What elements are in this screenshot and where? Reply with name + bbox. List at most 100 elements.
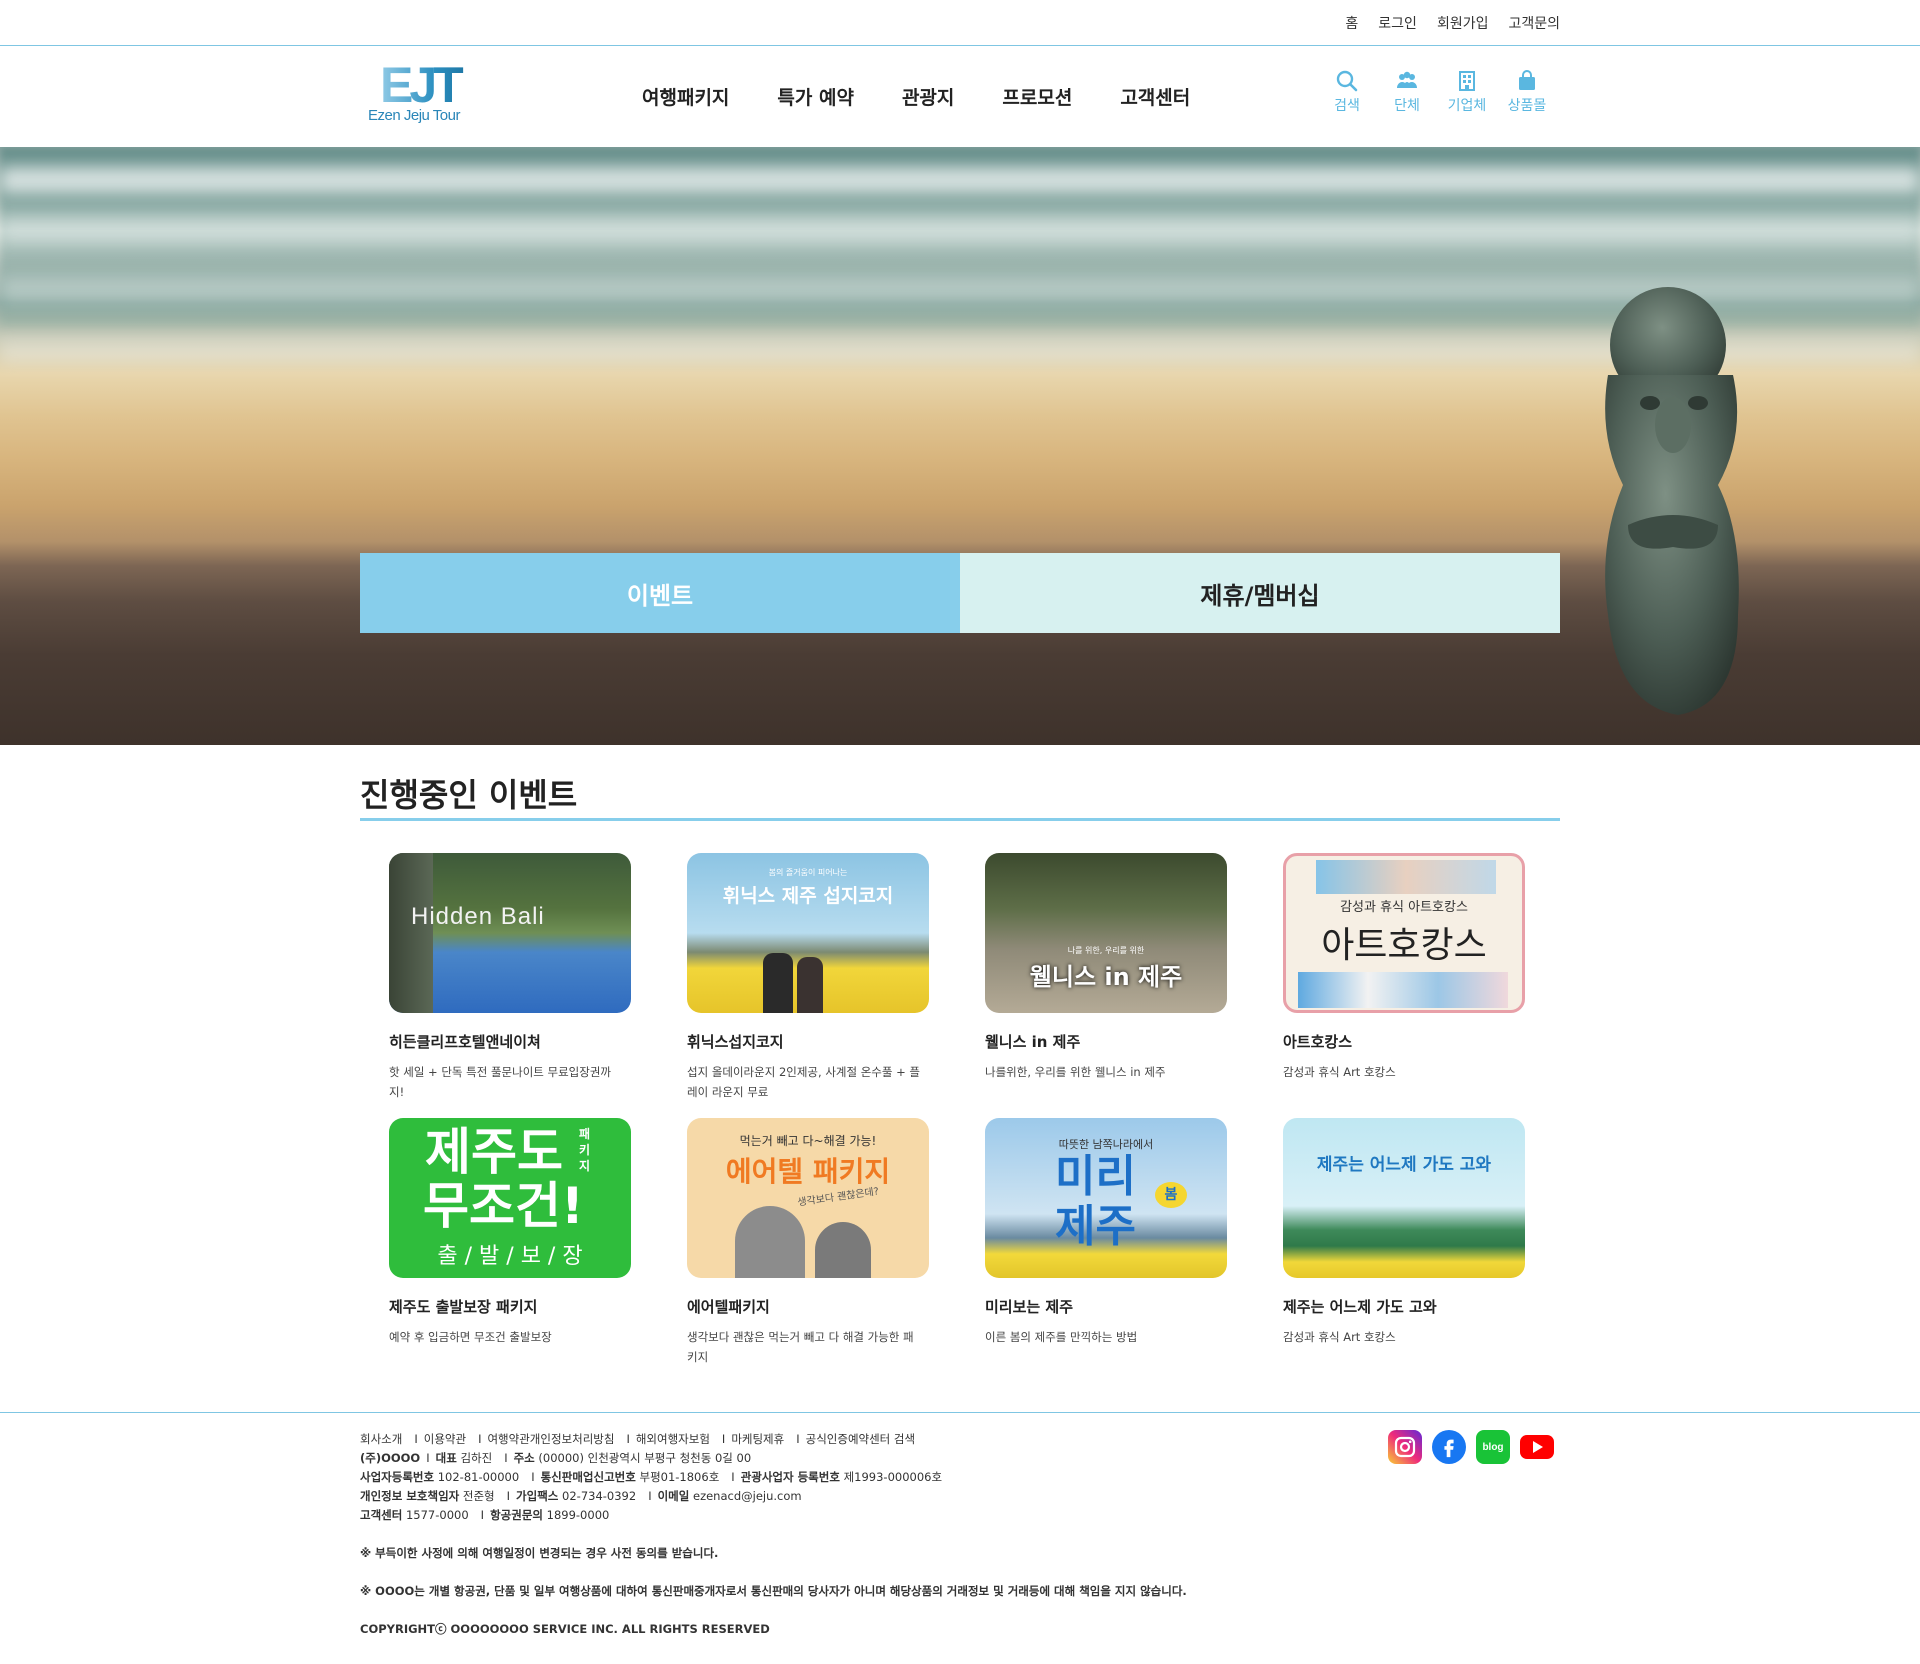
thumb-text: 아트호캉스: [1321, 925, 1487, 966]
quick-shop-button[interactable]: 상품몰: [1506, 69, 1548, 115]
blog-icon: blog: [1482, 1441, 1504, 1453]
event-card[interactable]: 나를 위한, 우리를 위한 웰니스 in 제주 웰니스 in 제주 나를위한, …: [985, 853, 1227, 1082]
event-title: 웰니스 in 제주: [985, 1033, 1081, 1051]
thumb-person: [763, 953, 793, 1013]
login-link[interactable]: 로그인: [1378, 13, 1417, 33]
footer-phone-row: 고객센터 1577-0000 I 항공권문의 1899-0000: [360, 1506, 1260, 1525]
fax-label: 가입팩스: [516, 1489, 559, 1503]
mail-order-value: 부평01-1806호: [639, 1470, 720, 1484]
event-tabs: 이벤트 제휴/멤버십: [360, 553, 1560, 633]
fax-value: 02-734-0392: [562, 1489, 637, 1503]
thumb-text: 무조건!: [423, 1177, 584, 1235]
email-label: 이메일: [657, 1489, 690, 1503]
biz-no-value: 102-81-00000: [437, 1470, 520, 1484]
building-icon: [1459, 71, 1475, 91]
thumb-small-text: 봄의 즐거움이 피어나는: [768, 868, 848, 877]
event-description: 이른 봄의 제주를 만끽하는 방법: [985, 1330, 1138, 1344]
youtube-link[interactable]: [1520, 1430, 1554, 1464]
facebook-link[interactable]: [1432, 1430, 1466, 1464]
event-card[interactable]: 봄의 즐거움이 피어나는 휘닉스 제주 섭지코지 휘닉스섭지코지 섭지 올데이라…: [687, 853, 929, 1102]
ceo-label: 대표: [435, 1451, 457, 1465]
thumb-text: Hidden Bali: [411, 903, 545, 930]
mail-order-label: 통신판매업신고번호: [540, 1470, 636, 1484]
event-title: 아트호캉스: [1283, 1033, 1353, 1051]
tab-event[interactable]: 이벤트: [360, 553, 960, 633]
footer-link[interactable]: 마케팅제휴: [731, 1430, 784, 1449]
event-card[interactable]: 먹는거 빼고 다~해결 가능! 에어텔 패키지 생각보다 괜찮은데? 에어텔패키…: [687, 1118, 929, 1367]
hero-banner: 이벤트 제휴/멤버십: [0, 147, 1920, 745]
address-label: 주소: [513, 1451, 535, 1465]
quick-company-label: 기업체: [1447, 98, 1487, 114]
event-card[interactable]: 제주는 어느제 가도 고와 제주는 어느제 가도 고와 감성과 휴식 Art 호…: [1283, 1118, 1525, 1347]
thumb-text: 휘닉스 제주 섭지코지: [722, 885, 894, 907]
event-title: 히든클리프호텔앤네이쳐: [389, 1033, 541, 1051]
nav-travel-package[interactable]: 여행패키지: [642, 83, 729, 110]
nav-special-booking[interactable]: 특가 예약: [777, 83, 854, 110]
footer-contact-row: 개인정보 보호책임자 전준형 I 가입팩스 02-734-0392 I 이메일 ez…: [360, 1487, 1260, 1506]
footer-link[interactable]: 해외여행자보험: [636, 1430, 710, 1449]
air-label: 항공권문의: [490, 1508, 543, 1522]
thumb-small-text: 따뜻한 남쪽나라에서: [1058, 1138, 1154, 1151]
tourism-reg-value: 제1993-000006호: [843, 1470, 943, 1484]
instagram-icon: [1394, 1436, 1416, 1458]
event-thumbnail: 따뜻한 남쪽나라에서 미리 봄 제주: [985, 1118, 1227, 1278]
shopping-bag-icon: [1519, 70, 1535, 90]
nav-customer-center[interactable]: 고객센터: [1120, 83, 1190, 110]
site-header: EJT Ezen Jeju Tour 여행패키지 특가 예약 관광지 프로모션 …: [0, 47, 1920, 147]
signup-link[interactable]: 회원가입: [1437, 13, 1489, 33]
event-thumbnail: 나를 위한, 우리를 위한 웰니스 in 제주: [985, 853, 1227, 1013]
nav-attractions[interactable]: 관광지: [902, 83, 954, 110]
main-navigation: 여행패키지 특가 예약 관광지 프로모션 고객센터: [642, 83, 1190, 110]
thumb-side-text: 패키지: [579, 1127, 591, 1173]
event-title: 휘닉스섭지코지: [687, 1033, 784, 1051]
home-link[interactable]: 홈: [1345, 13, 1358, 33]
tab-membership[interactable]: 제휴/멤버십: [960, 553, 1560, 633]
thumb-text: 미리: [1055, 1151, 1136, 1202]
thumb-text: 웰니스 in 제주: [1029, 963, 1183, 991]
event-thumbnail: 감성과 휴식 아트호캉스 아트호캉스: [1283, 853, 1525, 1013]
site-footer: 회사소개 I 이용약관 I 여행약관개인정보처리방침 I 해외여행자보험 I 마케팅제휴…: [360, 1430, 1260, 1639]
event-thumbnail: 먹는거 빼고 다~해결 가능! 에어텔 패키지 생각보다 괜찮은데?: [687, 1118, 929, 1278]
thumb-badge: 봄: [1155, 1182, 1187, 1208]
thumb-pillar: [389, 853, 433, 1013]
facebook-icon: [1444, 1439, 1454, 1458]
event-thumbnail: 봄의 즐거움이 피어나는 휘닉스 제주 섭지코지: [687, 853, 929, 1013]
event-title: 미리보는 제주: [985, 1298, 1074, 1316]
thumb-text: 에어텔 패키지: [725, 1155, 891, 1188]
email-value: ezenacd@jeju.com: [693, 1489, 802, 1503]
thumb-text: 제주도: [425, 1123, 563, 1181]
event-card[interactable]: 따뜻한 남쪽나라에서 미리 봄 제주 미리보는 제주 이른 봄의 제주를 만끽하…: [985, 1118, 1227, 1347]
section-title: 진행중인 이벤트: [360, 776, 578, 814]
event-description: 예약 후 입금하면 무조건 출발보장: [389, 1330, 552, 1344]
logo-mark: EJT: [368, 60, 478, 110]
contact-link[interactable]: 고객문의: [1508, 13, 1560, 33]
utility-links: 홈 로그인 회원가입 고객문의: [1345, 13, 1560, 33]
footer-link[interactable]: 회사소개: [360, 1430, 402, 1449]
event-description: 감성과 휴식 Art 호캉스: [1283, 1330, 1396, 1344]
blog-link[interactable]: blog: [1476, 1430, 1510, 1464]
footer-link[interactable]: 이용약관: [424, 1430, 466, 1449]
thumb-photo-strip: [1316, 860, 1496, 894]
footer-links: 회사소개 I 이용약관 I 여행약관개인정보처리방침 I 해외여행자보험 I 마케팅제휴…: [360, 1430, 1260, 1449]
quick-search-button[interactable]: 검색: [1326, 69, 1368, 115]
event-description: 나를위한, 우리를 위한 웰니스 in 제주: [985, 1065, 1166, 1079]
group-icon: [1397, 71, 1417, 88]
tourism-reg-label: 관광사업자 등록번호: [740, 1470, 840, 1484]
event-card[interactable]: Hidden Bali 히든클리프호텔앤네이쳐 핫 세일 + 단독 특전 풀문나…: [389, 853, 631, 1102]
footer-link[interactable]: 공식인증예약센터 검색: [806, 1430, 915, 1449]
footer-company-row: (주)OOOO I 대표 김하진 I 주소 (00000) 인천광역시 부평구 청천…: [360, 1449, 1260, 1468]
event-card[interactable]: 감성과 휴식 아트호캉스 아트호캉스 아트호캉스 감성과 휴식 Art 호캉스: [1283, 853, 1525, 1082]
event-card[interactable]: 제주도 패키지 무조건! 출 / 발 / 보 / 장 제주도 출발보장 패키지 …: [389, 1118, 631, 1347]
quick-group-button[interactable]: 단체: [1386, 69, 1428, 115]
event-description: 생각보다 괜찮은 먹는거 빼고 다 해결 가능한 패키지: [687, 1330, 914, 1364]
footer-link[interactable]: 여행약관개인정보처리방침: [487, 1430, 614, 1449]
sns-links: blog: [1388, 1430, 1554, 1464]
thumb-statue: [735, 1206, 805, 1278]
address-value: (00000) 인천광역시 부평구 청천동 0길 00: [538, 1451, 752, 1465]
nav-promotion[interactable]: 프로모션: [1002, 83, 1072, 110]
instagram-link[interactable]: [1388, 1430, 1422, 1464]
site-logo[interactable]: EJT Ezen Jeju Tour: [368, 60, 478, 131]
quick-company-button[interactable]: 기업체: [1446, 69, 1488, 115]
quick-group-label: 단체: [1394, 98, 1420, 114]
biz-no-label: 사업자등록번호: [360, 1470, 435, 1484]
